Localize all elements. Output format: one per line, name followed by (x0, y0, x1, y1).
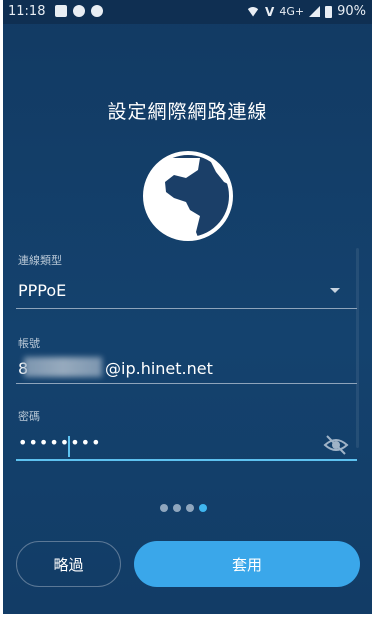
account-underline (16, 383, 357, 384)
battery-percent: 90% (337, 4, 366, 19)
signal-icon (309, 6, 321, 17)
connection-type-label: 連線類型 (18, 254, 62, 267)
eye-off-icon[interactable] (323, 434, 349, 456)
volte-indicator: V (265, 4, 275, 19)
chat-notification-icon (73, 5, 85, 17)
password-label: 密碼 (18, 410, 40, 423)
status-time: 11:18 (8, 4, 46, 19)
password-underline (16, 459, 357, 461)
connection-type-value[interactable]: PPPoE (18, 281, 66, 300)
phone-notification-icon (91, 5, 103, 17)
page-title: 設定網際網路連線 (107, 101, 268, 123)
battery-icon (325, 5, 333, 18)
connection-type-underline (16, 308, 357, 309)
account-label: 帳號 (18, 337, 40, 350)
text-cursor (68, 436, 70, 457)
password-input[interactable]: •••••••• (18, 433, 102, 452)
page-dot (160, 504, 168, 512)
skip-button[interactable]: 略過 (16, 541, 121, 587)
wifi-icon (246, 6, 261, 17)
network-type: 4G+ (279, 5, 305, 18)
page-indicator (160, 504, 207, 512)
account-value-domain[interactable]: @ip.hinet.net (105, 359, 213, 378)
form-scrollbar[interactable] (356, 248, 359, 448)
notification-icons (55, 5, 103, 17)
globe-icon (143, 151, 233, 241)
app-screen: 11:18 V 4G+ 90% 設定網際網路連線 連線類型 PPPoE 帳號 @… (3, 0, 372, 614)
chevron-down-icon[interactable] (330, 288, 340, 293)
page-dot (173, 504, 181, 512)
apply-button[interactable]: 套用 (134, 541, 360, 587)
image-notification-icon (55, 5, 67, 17)
blurred-username (24, 357, 102, 377)
page-dot (186, 504, 194, 512)
page-dot-active (199, 504, 207, 512)
status-bar: 11:18 V 4G+ 90% (3, 0, 372, 24)
status-right: V 4G+ 90% (246, 4, 366, 19)
